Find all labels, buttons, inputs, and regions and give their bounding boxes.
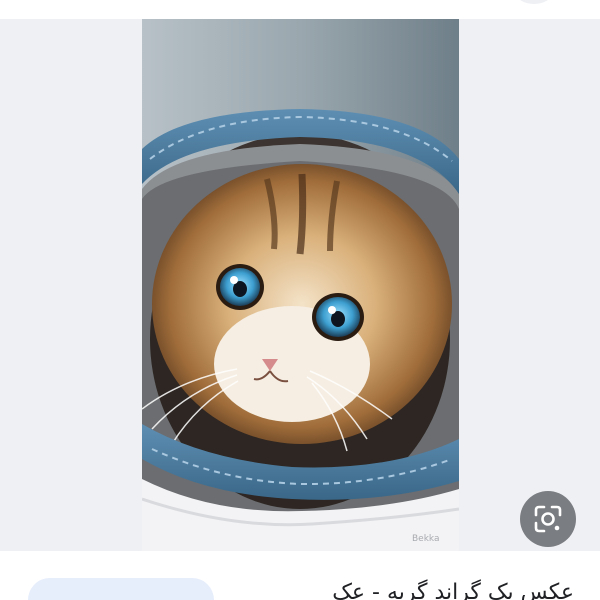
google-lens-button[interactable] xyxy=(520,491,576,547)
top-strip xyxy=(0,0,600,19)
photo-watermark: Bekka xyxy=(412,534,440,544)
top-action-button[interactable] xyxy=(516,0,552,4)
image-caption[interactable]: عکس بک گراند گربه - عک xyxy=(332,579,574,600)
google-lens-icon xyxy=(534,505,562,533)
result-details: عکس بک گراند گربه - عک xyxy=(0,551,600,600)
kitten-in-denim-photo[interactable]: Bekka xyxy=(142,19,459,551)
image-viewer-screen: Bekka عکس بک گراند گربه - عک xyxy=(0,0,600,600)
kitten-illustration: Bekka xyxy=(142,19,459,551)
visit-button[interactable] xyxy=(28,578,214,600)
image-preview-area: Bekka xyxy=(0,19,600,551)
